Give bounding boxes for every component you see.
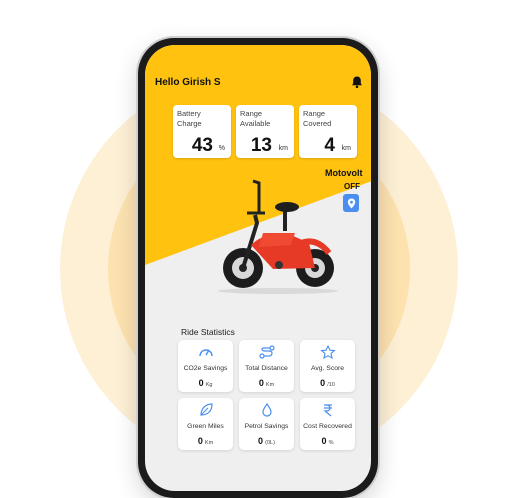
location-pin-icon [347,198,355,208]
ride-card-value: 0 % [321,436,334,446]
bell-icon[interactable] [350,75,364,89]
range-available-card[interactable]: Range Available 13 km [236,105,294,158]
total-distance-card[interactable]: Total Distance 0 Km [239,340,294,392]
avg-score-card[interactable]: Avg. Score 0 /10 [300,340,355,392]
ride-card-value: 0 Km [258,378,275,388]
ride-card-label: Petrol Savings [244,423,289,430]
stat-value: 13 [250,135,272,156]
green-miles-card[interactable]: Green Miles 0 Km [178,398,233,450]
ride-card-label: Avg. Score [310,365,345,372]
stat-value: 4 [324,135,335,156]
phone-frame: Hello Girish S Battery Charge 43 % Range… [138,38,378,498]
stat-unit: km [278,145,288,152]
ride-card-value: 0 /10 [320,378,335,388]
stat-value: 43 [191,135,213,156]
ride-statistics-title: Ride Statistics [181,327,235,337]
petrol-savings-card[interactable]: Petrol Savings 0 (0L) [239,398,294,450]
stat-unit: km [341,145,351,152]
stat-label: Battery Charge [177,109,202,128]
stat-label: Range Available [240,109,271,128]
greeting-text: Hello Girish S [155,77,221,88]
power-status[interactable]: OFF [344,182,360,191]
stat-label: Range Covered [303,109,332,128]
rupee-icon [322,404,332,417]
speedometer-icon [198,349,213,357]
route-icon [258,345,275,359]
ride-card-label: Green Miles [187,423,224,430]
battery-charge-card[interactable]: Battery Charge 43 % [173,105,231,158]
stat-unit: % [218,145,225,152]
range-covered-card[interactable]: Range Covered 4 km [299,105,357,158]
ride-card-label: Total Distance [245,365,288,372]
ride-card-value: 0 Kg [198,378,213,388]
co2e-savings-card[interactable]: CO2e Savings 0 Kg [178,340,233,392]
ride-card-label: CO2e Savings [183,365,228,372]
leaf-icon [199,403,213,416]
electric-bike-image [218,179,338,294]
ride-card-value: 0 Km [197,436,214,446]
star-icon [319,345,336,359]
ride-card-value: 0 (0L) [258,436,275,446]
cost-recovered-card[interactable]: Cost Recovered 0 % [300,398,355,450]
ride-card-label: Cost Recovered [303,423,352,430]
location-button[interactable] [343,194,359,212]
app-screen: Hello Girish S Battery Charge 43 % Range… [145,45,371,491]
droplet-icon [261,403,272,417]
